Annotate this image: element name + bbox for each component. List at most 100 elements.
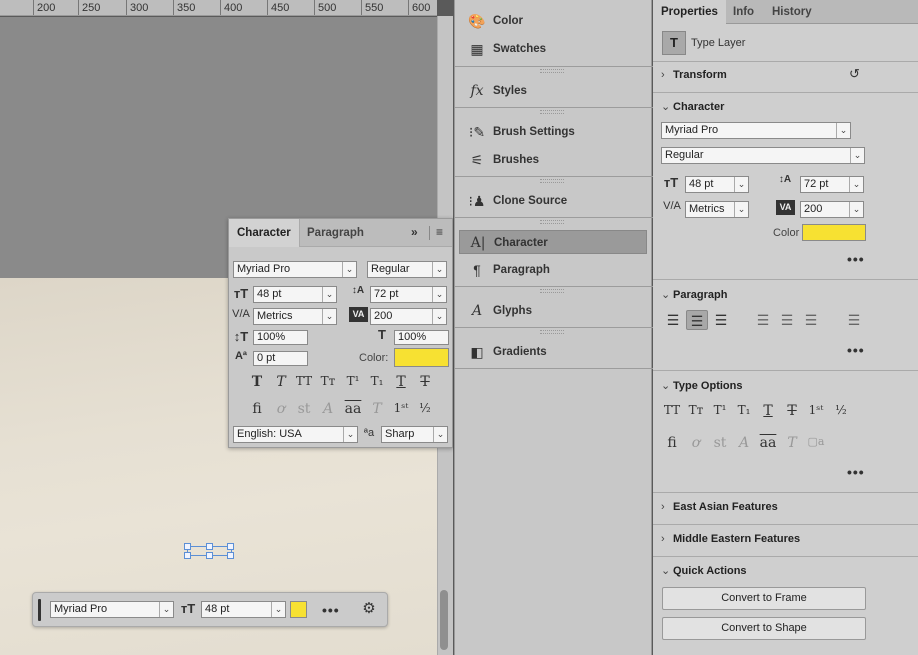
dock-item-gradients[interactable]: ◧ Gradients (459, 340, 647, 364)
transform-handle[interactable] (206, 552, 213, 559)
tracking-select[interactable]: 200 ⌄ (800, 201, 864, 218)
middle-eastern-section-header[interactable]: › Middle Eastern Features (661, 533, 800, 545)
faux-italic-icon[interactable]: T (270, 374, 292, 390)
small-caps-icon[interactable]: Tᴛ (317, 374, 339, 388)
justify-all-icon[interactable]: ☰ (843, 310, 865, 330)
justify-center-icon[interactable]: ☰ (776, 310, 798, 330)
dock-item-clone-source[interactable]: ⁝♟ Clone Source (459, 189, 647, 213)
swash-icon[interactable]: st (709, 435, 731, 451)
dock-item-brushes[interactable]: ⚟ Brushes (459, 148, 647, 172)
text-bounding-box[interactable] (184, 543, 234, 559)
font-style-select[interactable]: Regular ⌄ (661, 147, 865, 164)
kerning-select[interactable]: Metrics ⌄ (253, 308, 337, 325)
transform-handle[interactable] (227, 552, 234, 559)
font-family-select[interactable]: Myriad Pro ⌄ (661, 122, 851, 139)
tracking-select[interactable]: 200 ⌄ (370, 308, 447, 325)
align-center-icon[interactable]: ☰ (686, 310, 708, 330)
more-options-button[interactable]: ••• (847, 251, 865, 267)
fractions-icon[interactable]: ½ (830, 403, 852, 417)
font-family-select[interactable]: Myriad Pro ⌄ (233, 261, 357, 278)
subscript-icon[interactable]: T₁ (366, 374, 388, 388)
color-swatch[interactable] (802, 224, 866, 241)
reset-icon[interactable]: ↺ (849, 66, 860, 82)
all-caps-icon[interactable]: TT (293, 374, 315, 388)
old-style-icon[interactable]: ơ (270, 401, 292, 417)
convert-to-shape-button[interactable]: Convert to Shape (662, 617, 866, 640)
transform-handle[interactable] (227, 543, 234, 550)
contextual-alternates-icon[interactable]: T (781, 435, 803, 451)
dock-item-character[interactable]: A| Character (459, 230, 647, 254)
ligatures-icon[interactable]: ﬁ (246, 401, 268, 417)
panel-menu-icon[interactable]: ≡ (436, 225, 443, 239)
align-left-icon[interactable]: ☰ (662, 310, 684, 330)
justify-right-icon[interactable]: ☰ (800, 310, 822, 330)
underline-icon[interactable]: T (757, 403, 779, 419)
dock-item-paragraph[interactable]: ¶ Paragraph (459, 258, 647, 282)
stylistic-alternates-icon[interactable]: A (733, 435, 755, 451)
kerning-select[interactable]: Metrics ⌄ (685, 201, 749, 218)
superscript-icon[interactable]: T¹ (709, 403, 731, 417)
tab-history[interactable]: History (764, 0, 820, 24)
dock-item-swatches[interactable]: ▦ Swatches (459, 37, 647, 61)
quick-actions-section-header[interactable]: ⌄ Quick Actions (661, 564, 747, 577)
grip-handle[interactable] (540, 69, 564, 73)
ligatures-icon[interactable]: ﬁ (661, 435, 683, 451)
faux-bold-icon[interactable]: T (246, 374, 268, 390)
font-style-select[interactable]: Regular ⌄ (367, 261, 447, 278)
more-options-button[interactable]: ••• (847, 342, 865, 358)
underline-icon[interactable]: T (390, 374, 412, 390)
dock-item-styles[interactable]: fx Styles (459, 79, 647, 103)
leading-select[interactable]: 72 pt ⌄ (800, 176, 864, 193)
more-options-button[interactable]: ••• (322, 602, 340, 618)
color-swatch[interactable] (394, 348, 449, 367)
justify-left-icon[interactable]: ☰ (752, 310, 774, 330)
tab-character[interactable]: Character (229, 219, 300, 247)
titling-alternates-icon[interactable]: aa (342, 401, 364, 417)
character-section-header[interactable]: ⌄ Character (661, 100, 724, 113)
collapse-icon[interactable]: » (411, 225, 418, 239)
font-size-select[interactable]: 48 pt ⌄ (253, 286, 337, 303)
swash-icon[interactable]: st (293, 401, 315, 417)
baseline-shift-input[interactable]: 0 pt (253, 351, 308, 366)
paragraph-section-header[interactable]: ⌄ Paragraph (661, 288, 727, 301)
tab-properties[interactable]: Properties (653, 0, 726, 25)
grip-handle[interactable] (540, 330, 564, 334)
leading-select[interactable]: 72 pt ⌄ (370, 286, 447, 303)
transform-handle[interactable] (184, 543, 191, 550)
antialias-select[interactable]: Sharp ⌄ (381, 426, 448, 443)
drag-handle[interactable] (38, 599, 41, 621)
font-size-select[interactable]: 48 pt ⌄ (201, 601, 286, 618)
tab-paragraph[interactable]: Paragraph (299, 219, 372, 247)
titling-alternates-icon[interactable]: aa (757, 435, 779, 451)
all-caps-icon[interactable]: TT (661, 403, 683, 417)
transform-handle[interactable] (206, 543, 213, 550)
transform-section-header[interactable]: › Transform (661, 69, 727, 81)
settings-sliders-icon[interactable]: ⚙ (360, 599, 378, 617)
font-family-select[interactable]: Myriad Pro ⌄ (50, 601, 174, 618)
strikethrough-icon[interactable]: T (781, 403, 803, 419)
subscript-icon[interactable]: T₁ (733, 403, 755, 417)
small-caps-icon[interactable]: Tᴛ (685, 403, 707, 417)
east-asian-section-header[interactable]: › East Asian Features (661, 501, 778, 513)
contextual-alternates-icon[interactable]: T (366, 401, 388, 417)
dock-item-brush-settings[interactable]: ⁝✎ Brush Settings (459, 120, 647, 144)
dock-item-color[interactable]: 🎨 Color (459, 9, 647, 33)
tab-info[interactable]: Info (725, 0, 762, 24)
color-swatch[interactable] (290, 601, 307, 618)
grip-handle[interactable] (540, 179, 564, 183)
font-size-select[interactable]: 48 pt ⌄ (685, 176, 749, 193)
stylistic-alternates-icon[interactable]: A (317, 401, 339, 417)
superscript-icon[interactable]: T¹ (342, 374, 364, 388)
convert-to-frame-button[interactable]: Convert to Frame (662, 587, 866, 610)
vertical-scale-input[interactable]: 100% (253, 330, 308, 345)
align-right-icon[interactable]: ☰ (710, 310, 732, 330)
old-style-icon[interactable]: ơ (685, 435, 707, 451)
grip-handle[interactable] (540, 110, 564, 114)
ordinals-icon[interactable]: 1ˢᵗ (805, 403, 827, 417)
horizontal-scale-input[interactable]: 100% (394, 330, 449, 345)
discretionary-ligatures-icon[interactable]: ▢a (805, 435, 827, 448)
grip-handle[interactable] (540, 289, 564, 293)
character-panel[interactable]: Character Paragraph » ≡ Myriad Pro ⌄ Regu… (228, 218, 453, 448)
scrollbar-thumb[interactable] (440, 590, 448, 650)
type-options-section-header[interactable]: ⌄ Type Options (661, 379, 742, 392)
